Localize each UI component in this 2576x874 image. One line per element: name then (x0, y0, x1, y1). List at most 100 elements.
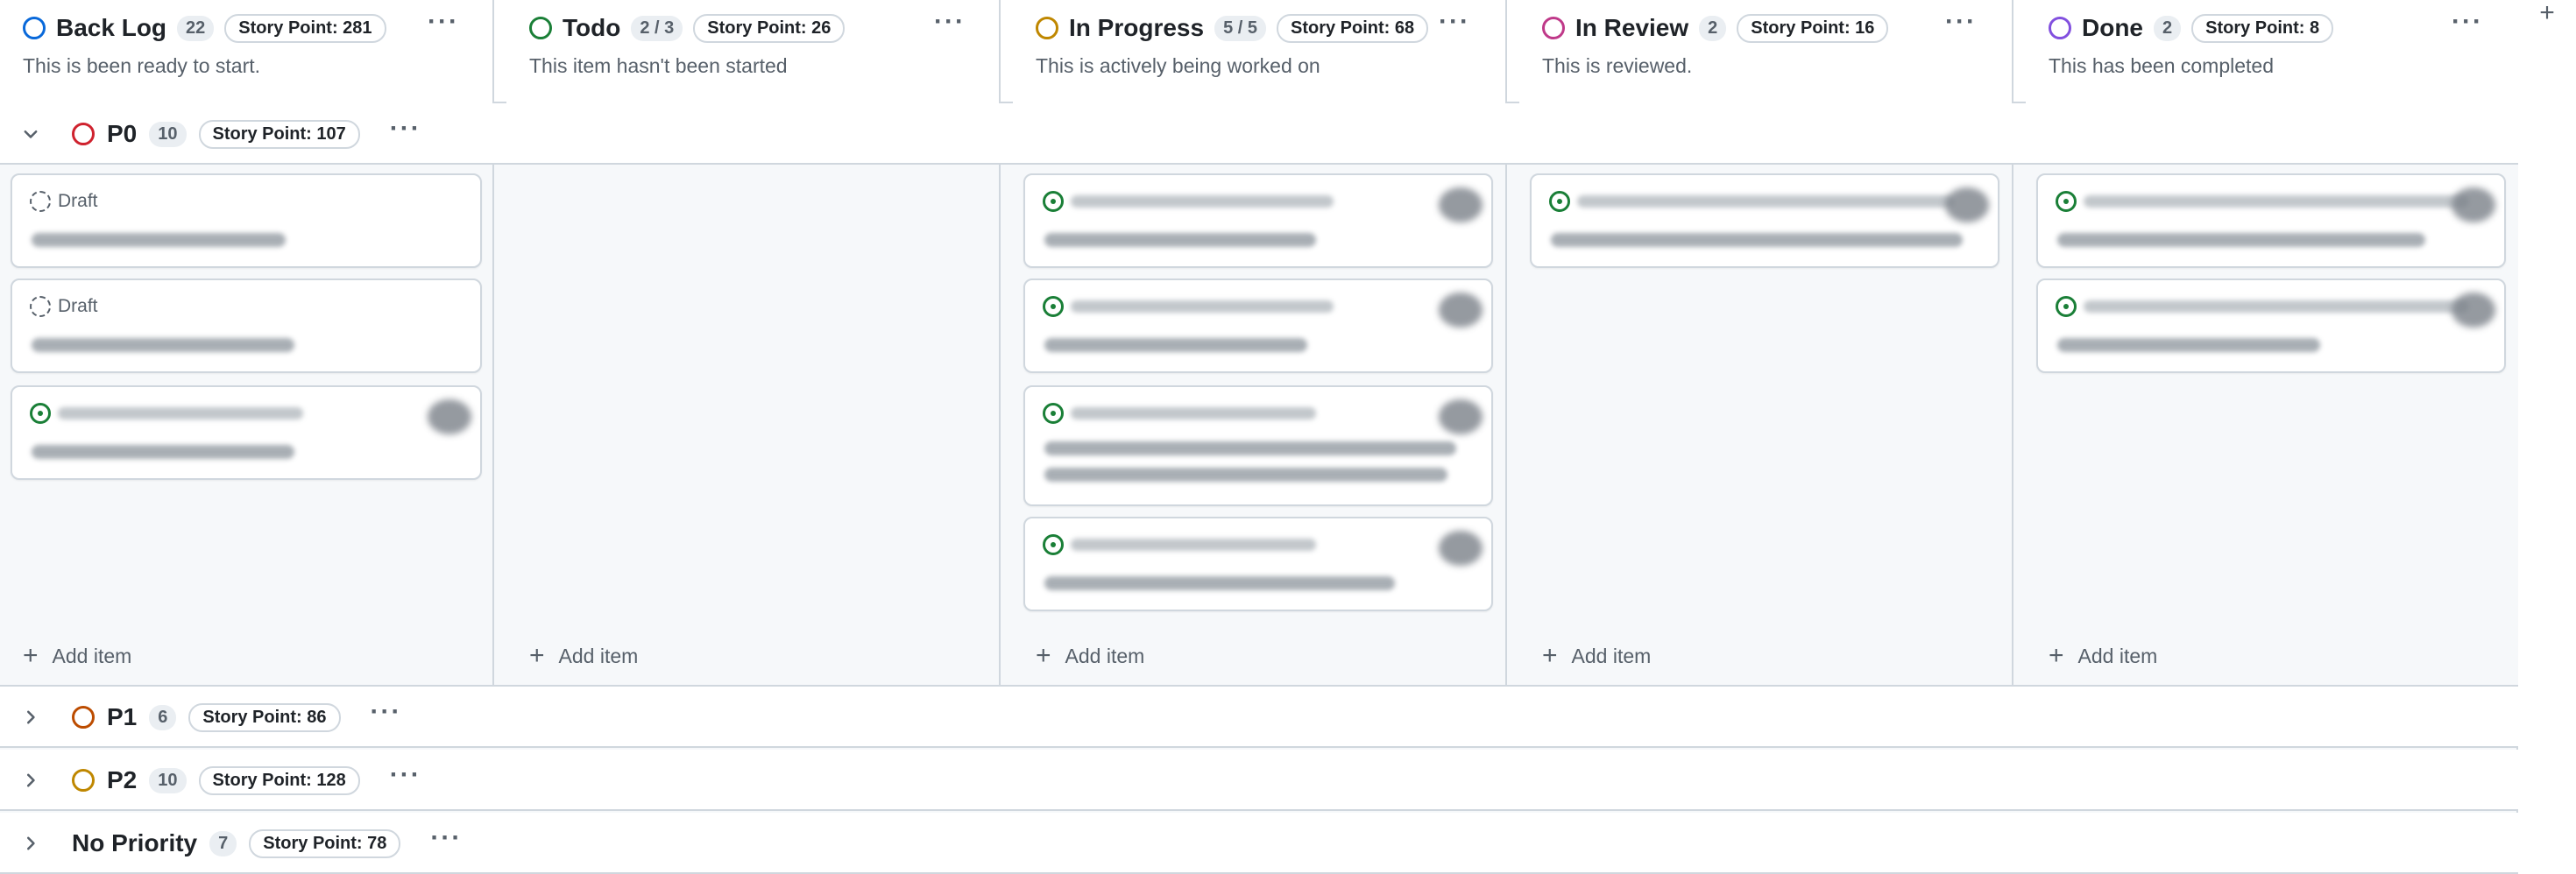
column-description: This is reviewed. (1542, 54, 1693, 77)
column-description: This item hasn't been started (529, 54, 788, 77)
avatar (2452, 293, 2495, 328)
swimlane-p0: Draft Draft + Add item + Add item + Add … (0, 165, 2518, 687)
issue-open-icon (1043, 534, 1064, 555)
draft-label: Draft (58, 191, 98, 211)
card-issue[interactable] (1023, 278, 1493, 373)
column-more-icon[interactable]: ··· (934, 9, 966, 35)
add-column-plus-icon[interactable]: + (2534, 0, 2560, 26)
status-circle-icon (529, 17, 552, 39)
chevron-down-icon[interactable] (19, 123, 42, 145)
column-more-icon[interactable]: ··· (428, 9, 459, 35)
group-header-p1[interactable]: P1 6 Story Point: 86 ··· (0, 687, 2518, 748)
status-circle-icon (1542, 17, 1565, 39)
draft-icon (30, 191, 51, 212)
column-title: In Review (1575, 14, 1689, 41)
add-item-button[interactable]: + Add item (23, 643, 131, 669)
lane-column-in-progress: + Add item (1013, 165, 1507, 687)
issue-open-icon (1043, 403, 1064, 424)
plus-icon: + (23, 641, 39, 670)
card-issue[interactable] (1530, 173, 1999, 268)
column-header-todo: Todo 2 / 3 Story Point: 26 ··· This item… (506, 0, 1001, 103)
status-circle-icon (1036, 17, 1058, 39)
column-header-done: Done 2 Story Point: 8 ··· This has been … (2026, 0, 2518, 103)
avatar (1439, 531, 1483, 566)
lane-column-in-review: + Add item (1519, 165, 2013, 687)
column-description: This is actively being worked on (1036, 54, 1320, 77)
issue-open-icon (30, 403, 51, 424)
group-header-p2[interactable]: P2 10 Story Point: 128 ··· (0, 750, 2518, 811)
issue-open-icon (2056, 296, 2077, 317)
avatar (428, 399, 471, 434)
group-header-no-priority[interactable]: No Priority 7 Story Point: 78 ··· (0, 813, 2518, 874)
add-item-button[interactable]: + Add item (1036, 643, 1144, 669)
priority-circle-icon (72, 706, 95, 729)
column-count-badge: 2 (1699, 15, 1727, 41)
group-story-point-badge: Story Point: 86 (188, 702, 341, 732)
status-circle-icon (2049, 17, 2071, 39)
chevron-right-icon[interactable] (19, 832, 42, 855)
group-title: No Priority (72, 829, 198, 856)
group-count-badge: 6 (149, 704, 177, 730)
plus-icon: + (529, 641, 545, 670)
column-description: This is been ready to start. (23, 54, 261, 77)
avatar (2452, 187, 2495, 222)
column-title: Back Log (56, 14, 167, 41)
group-more-icon[interactable]: ··· (390, 762, 421, 788)
card-issue[interactable] (11, 385, 482, 480)
status-circle-icon (23, 17, 46, 39)
column-more-icon[interactable]: ··· (1945, 9, 1977, 35)
column-count-badge: 22 (177, 15, 215, 41)
avatar (1439, 293, 1483, 328)
column-header-in-review: In Review 2 Story Point: 16 ··· This is … (1519, 0, 2013, 103)
priority-circle-icon (72, 769, 95, 792)
issue-open-icon (2056, 191, 2077, 212)
story-point-badge: Story Point: 16 (1737, 13, 1889, 43)
card-issue[interactable] (2036, 278, 2506, 373)
card-issue[interactable] (1023, 385, 1493, 506)
column-title: Todo (563, 14, 621, 41)
card-draft[interactable]: Draft (11, 173, 482, 268)
lane-column-done: + Add item (2026, 165, 2518, 687)
column-count-badge: 2 (2154, 15, 2182, 41)
add-item-button[interactable]: + Add item (1542, 643, 1651, 669)
column-title: In Progress (1069, 14, 1205, 41)
lane-column-backlog: Draft Draft + Add item (0, 165, 494, 687)
project-board: Back Log 22 Story Point: 281 ··· This is… (0, 0, 2518, 874)
group-story-point-badge: Story Point: 128 (198, 765, 360, 795)
column-title: Done (2082, 14, 2143, 41)
group-title: P1 (107, 703, 138, 730)
draft-icon (30, 296, 51, 317)
issue-open-icon (1043, 191, 1064, 212)
group-more-icon[interactable]: ··· (371, 699, 402, 725)
column-header-in-progress: In Progress 5 / 5 Story Point: 68 ··· Th… (1013, 0, 1507, 103)
group-count-badge: 10 (149, 121, 187, 147)
avatar (1439, 399, 1483, 434)
group-more-icon[interactable]: ··· (430, 825, 462, 851)
priority-circle-icon (72, 123, 95, 145)
issue-open-icon (1549, 191, 1570, 212)
group-count-badge: 10 (149, 767, 187, 793)
card-issue[interactable] (1023, 173, 1493, 268)
story-point-badge: Story Point: 26 (693, 13, 846, 43)
column-description: This has been completed (2049, 54, 2274, 77)
story-point-badge: Story Point: 8 (2191, 13, 2334, 43)
card-draft[interactable]: Draft (11, 278, 482, 373)
column-header-backlog: Back Log 22 Story Point: 281 ··· This is… (0, 0, 494, 103)
chevron-right-icon[interactable] (19, 769, 42, 792)
column-headers: Back Log 22 Story Point: 281 ··· This is… (0, 0, 2518, 103)
chevron-right-icon[interactable] (19, 706, 42, 729)
add-item-button[interactable]: + Add item (2049, 643, 2157, 669)
draft-label: Draft (58, 296, 98, 316)
column-more-icon[interactable]: ··· (1439, 9, 1470, 35)
column-count-badge: 5 / 5 (1214, 15, 1266, 41)
plus-icon: + (1036, 641, 1051, 670)
card-issue[interactable] (2036, 173, 2506, 268)
column-more-icon[interactable]: ··· (2452, 9, 2483, 35)
card-issue[interactable] (1023, 517, 1493, 611)
story-point-badge: Story Point: 281 (224, 13, 386, 43)
group-header-p0[interactable]: P0 10 Story Point: 107 ··· (0, 103, 2518, 165)
add-item-button[interactable]: + Add item (529, 643, 638, 669)
group-story-point-badge: Story Point: 107 (198, 119, 360, 149)
plus-icon: + (2049, 641, 2064, 670)
group-more-icon[interactable]: ··· (390, 116, 421, 142)
